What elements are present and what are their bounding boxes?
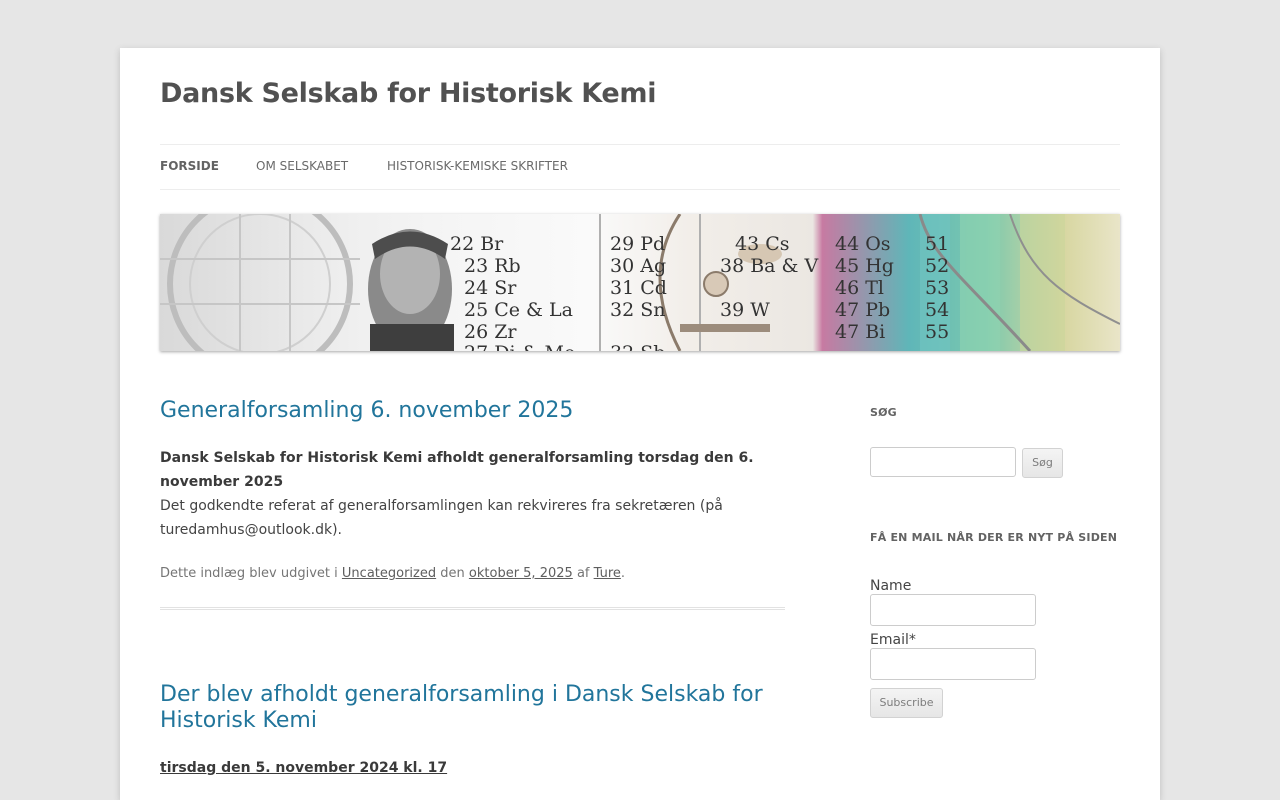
banner-cell: 27 Di & Mo: [464, 342, 575, 351]
post-subtitle: tirsdag den 5. november 2024 kl. 17: [160, 760, 448, 776]
nav-item-forside[interactable]: Forside: [160, 159, 219, 173]
meta-den: den: [440, 566, 465, 581]
banner-cell: 23 Rb: [464, 255, 521, 277]
date-link[interactable]: oktober 5, 2025: [469, 566, 573, 581]
banner-cell: 52: [925, 255, 949, 277]
post-lead-text: Dansk Selskab for Historisk Kemi afholdt…: [160, 450, 754, 490]
banner-cell: 55: [925, 321, 949, 343]
name-label: Name: [870, 578, 912, 594]
page-container: Dansk Selskab for Historisk Kemi Forside…: [120, 48, 1160, 800]
header-banner-image: 22 Br 23 Rb 24 Sr 25 Ce & La 26 Zr 27 Di…: [160, 214, 1120, 351]
banner-cell: 44 Os: [835, 233, 891, 255]
main-navigation: Forside Om selskabet Historisk-kemiske s…: [160, 144, 1120, 190]
banner-cell: 38 Ba & V: [720, 255, 818, 277]
banner-cell: 45 Hg: [835, 255, 894, 277]
banner-cell: 32 Sn: [610, 299, 665, 321]
post-article: Generalforsamling 6. november 2025 Dansk…: [160, 398, 785, 610]
post-meta: Dette indlæg blev udgivet i Uncategorize…: [160, 566, 785, 581]
banner-cell: 26 Zr: [464, 321, 517, 343]
banner-illustration: 22 Br 23 Rb 24 Sr 25 Ce & La 26 Zr 27 Di…: [160, 214, 1120, 351]
search-input[interactable]: [870, 447, 1016, 477]
banner-cell: 54: [925, 299, 949, 321]
banner-cell: 51: [925, 233, 949, 255]
site-title[interactable]: Dansk Selskab for Historisk Kemi: [160, 78, 657, 109]
search-button[interactable]: Søg: [1022, 448, 1063, 478]
banner-cell: 32 Sb: [610, 342, 665, 351]
banner-cell: 39 W: [720, 299, 770, 321]
banner-cell: 22 Br: [450, 233, 504, 255]
nav-item-om-selskabet[interactable]: Om selskabet: [256, 159, 348, 173]
search-widget-title: Søg: [870, 406, 897, 419]
subscribe-button[interactable]: Subscribe: [870, 688, 943, 718]
name-field[interactable]: [870, 594, 1036, 626]
meta-prefix: Dette indlæg blev udgivet i: [160, 566, 338, 581]
banner-cell: 47 Pb: [835, 299, 890, 321]
banner-cell: 24 Sr: [464, 277, 517, 299]
post-title-link[interactable]: Generalforsamling 6. november 2025: [160, 398, 785, 424]
banner-cell: 31 Cd: [610, 277, 667, 299]
search-form: Søg: [870, 447, 1120, 479]
post-content: Dansk Selskab for Historisk Kemi afholdt…: [160, 446, 785, 542]
post-article: Der blev afholdt generalforsamling i Dan…: [160, 682, 785, 776]
post-body-text: Det godkendte referat af generalforsamli…: [160, 498, 723, 538]
banner-cell: 29 Pd: [610, 233, 665, 255]
banner-cell: 43 Cs: [735, 233, 790, 255]
banner-cell: 30 Ag: [610, 255, 666, 277]
sidebar: Søg Søg Få en mail når der er nyt på sid…: [870, 406, 1120, 718]
meta-end: .: [620, 566, 626, 581]
mail-widget-title: Få en mail når der er nyt på siden: [870, 531, 1118, 544]
banner-cell: 53: [925, 277, 949, 299]
email-label: Email*: [870, 632, 916, 648]
author-link[interactable]: Ture: [594, 566, 621, 581]
nav-item-historisk-kemiske-skrifter[interactable]: Historisk-kemiske skrifter: [387, 159, 568, 173]
banner-cell: 25 Ce & La: [464, 299, 573, 321]
meta-af: af: [576, 566, 590, 581]
category-link[interactable]: Uncategorized: [342, 566, 436, 581]
post-title-link[interactable]: Der blev afholdt generalforsamling i Dan…: [160, 682, 785, 734]
banner-cell: 46 Tl: [835, 277, 884, 299]
email-field[interactable]: [870, 648, 1036, 680]
post-divider: [160, 607, 785, 610]
main-content: Generalforsamling 6. november 2025 Dansk…: [160, 398, 785, 776]
banner-cell: 47 Bi: [835, 321, 885, 343]
